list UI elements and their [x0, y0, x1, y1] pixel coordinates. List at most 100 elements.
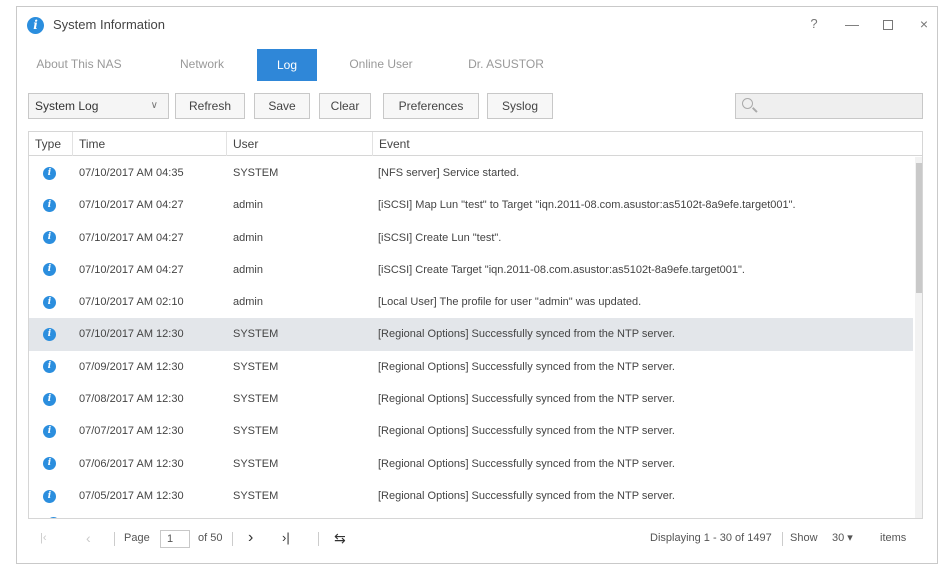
row-user: admin	[233, 263, 263, 276]
toolbar: System Log ∨ Refresh Save Clear Preferen…	[17, 91, 937, 121]
table-header: Type Time User Event	[29, 132, 922, 156]
close-button[interactable]: ×	[913, 13, 935, 35]
row-event: [NFS server] Service started.	[378, 167, 520, 179]
row-user: SYSTEM	[233, 328, 279, 341]
prev-page-button[interactable]: ‹	[86, 521, 91, 555]
window-title: System Information	[53, 17, 165, 32]
row-time: 07/05/2017 AM 12:30	[79, 489, 184, 502]
minimize-button[interactable]: —	[841, 13, 863, 35]
page-count-label: of 50	[198, 532, 223, 544]
maximize-icon	[883, 20, 893, 31]
first-page-button[interactable]: |‹	[40, 521, 47, 555]
row-event: [Regional Options] Successfully synced f…	[378, 328, 675, 341]
row-time: 07/10/2017 AM 02:10	[79, 296, 184, 309]
syslog-button[interactable]: Syslog	[487, 93, 553, 119]
log-table: Type Time User Event i 07/10/2017 AM 04:…	[28, 131, 923, 519]
pager-separator	[318, 532, 319, 546]
tab-bar: About This NAS Network Log Online User D…	[17, 47, 937, 81]
tab-dr-asustor[interactable]: Dr. ASUSTOR	[461, 49, 551, 79]
tab-online-user[interactable]: Online User	[343, 49, 419, 79]
row-event: [iSCSI] Create Target "iqn.2011-08.com.a…	[378, 263, 745, 276]
info-icon: i	[43, 489, 56, 503]
log-type-value: System Log	[35, 99, 99, 113]
row-time: 07/10/2017 AM 04:27	[79, 199, 184, 212]
row-user: admin	[233, 231, 263, 244]
info-icon: i	[43, 360, 56, 374]
search-input[interactable]	[735, 93, 923, 119]
next-page-button[interactable]: ›	[248, 521, 253, 555]
help-button[interactable]: ?	[803, 13, 825, 35]
row-event: [Local User] The profile for user "admin…	[378, 296, 642, 309]
column-header-time[interactable]: Time	[73, 132, 227, 156]
show-label: Show	[790, 532, 818, 544]
column-header-event[interactable]: Event	[373, 132, 922, 156]
page-label: Page	[124, 532, 150, 544]
pagination-bar: |‹ ‹ Page 1 of 50 › ›| ⇆ Displaying 1 - …	[28, 521, 923, 555]
table-row[interactable]: i 07/10/2017 AM 04:27 admin [iSCSI] Crea…	[29, 222, 913, 254]
row-event: [Regional Options] Successfully synced f…	[378, 489, 675, 502]
tab-network[interactable]: Network	[167, 49, 237, 79]
pager-separator	[114, 532, 115, 546]
maximize-button[interactable]	[877, 13, 899, 35]
page-number-input[interactable]: 1	[160, 530, 190, 548]
row-event: [Regional Options] Successfully synced f…	[378, 425, 675, 438]
tab-about-this-nas[interactable]: About This NAS	[31, 49, 127, 79]
row-user: SYSTEM	[233, 425, 279, 438]
row-user: SYSTEM	[233, 360, 279, 373]
row-user: SYSTEM	[233, 489, 279, 502]
table-row[interactable]: i 07/10/2017 AM 04:35 SYSTEM [NFS server…	[29, 157, 913, 189]
row-event: [Regional Options] Successfully synced f…	[378, 457, 675, 470]
table-row-selected[interactable]: i 07/10/2017 AM 12:30 SYSTEM [Regional O…	[29, 318, 913, 351]
row-time: 07/10/2017 AM 04:27	[79, 263, 184, 276]
row-event: [Regional Options] Successfully synced f…	[378, 393, 675, 406]
table-row[interactable]: i 07/09/2017 AM 12:30 SYSTEM [Regional O…	[29, 351, 913, 383]
log-type-select[interactable]: System Log ∨	[28, 93, 169, 119]
search-icon	[742, 98, 753, 109]
info-icon	[47, 517, 60, 518]
column-header-type[interactable]: Type	[29, 132, 73, 156]
row-user: admin	[233, 199, 263, 212]
pager-separator	[782, 532, 783, 546]
table-row[interactable]: i 07/07/2017 AM 12:30 SYSTEM [Regional O…	[29, 415, 913, 447]
info-app-icon: i	[27, 17, 44, 34]
row-user: admin	[233, 296, 263, 309]
row-time: 07/09/2017 AM 12:30	[79, 360, 184, 373]
row-time: 07/08/2017 AM 12:30	[79, 393, 184, 406]
table-row[interactable]: i 07/10/2017 AM 02:10 admin [Local User]…	[29, 286, 913, 318]
table-row[interactable]: i 07/10/2017 AM 04:27 admin [iSCSI] Crea…	[29, 254, 913, 286]
system-information-window: i System Information ? — × About This NA…	[16, 6, 938, 564]
info-icon: i	[43, 424, 56, 438]
chevron-down-icon: ∨	[150, 100, 158, 111]
row-event: [iSCSI] Create Lun "test".	[378, 231, 502, 244]
table-row[interactable]: i 07/10/2017 AM 04:27 admin [iSCSI] Map …	[29, 189, 913, 221]
info-icon: i	[43, 198, 56, 212]
table-body: i 07/10/2017 AM 04:35 SYSTEM [NFS server…	[29, 157, 913, 512]
row-time: 07/10/2017 AM 04:27	[79, 231, 184, 244]
refresh-page-icon[interactable]: ⇆	[334, 521, 346, 555]
refresh-button[interactable]: Refresh	[175, 93, 245, 119]
preferences-button[interactable]: Preferences	[383, 93, 479, 119]
title-bar: i System Information ? — ×	[17, 7, 937, 43]
row-user: SYSTEM	[233, 167, 279, 179]
last-page-button[interactable]: ›|	[282, 521, 290, 555]
info-icon: i	[43, 392, 56, 406]
save-button[interactable]: Save	[254, 93, 310, 119]
row-event: [Regional Options] Successfully synced f…	[378, 360, 675, 373]
row-time: 07/06/2017 AM 12:30	[79, 457, 184, 470]
table-row[interactable]: i 07/08/2017 AM 12:30 SYSTEM [Regional O…	[29, 383, 913, 415]
info-icon: i	[43, 231, 56, 245]
table-row[interactable]: i 07/05/2017 AM 12:30 SYSTEM [Regional O…	[29, 480, 913, 512]
displaying-count: Displaying 1 - 30 of 1497	[650, 532, 772, 544]
column-header-user[interactable]: User	[227, 132, 373, 156]
row-time: 07/07/2017 AM 12:30	[79, 425, 184, 438]
page-size-select[interactable]: 30 ▾	[832, 521, 853, 555]
row-time: 07/10/2017 AM 12:30	[79, 328, 184, 341]
scrollbar-thumb[interactable]	[916, 163, 922, 293]
row-time: 07/10/2017 AM 04:35	[79, 167, 184, 179]
tab-log[interactable]: Log	[257, 49, 317, 81]
clear-button[interactable]: Clear	[319, 93, 371, 119]
items-label: items	[880, 532, 907, 544]
row-event: [iSCSI] Map Lun "test" to Target "iqn.20…	[378, 199, 796, 212]
table-row[interactable]: i 07/06/2017 AM 12:30 SYSTEM [Regional O…	[29, 448, 913, 480]
vertical-scrollbar[interactable]	[915, 157, 922, 518]
